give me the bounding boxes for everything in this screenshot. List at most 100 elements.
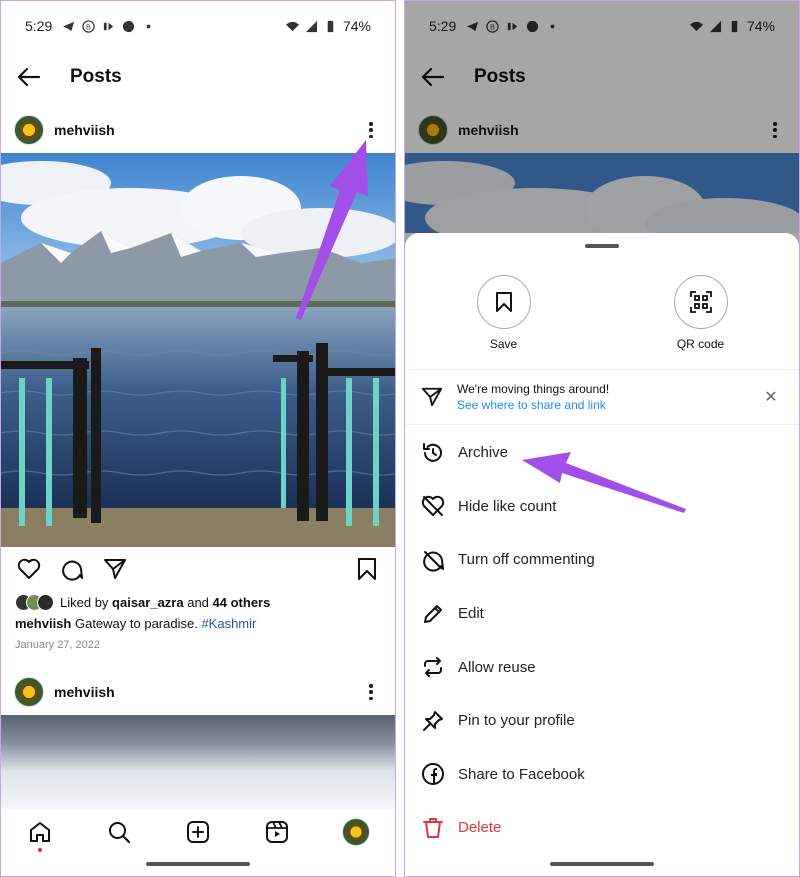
menu-label: Turn off commenting (458, 551, 595, 569)
menu-item-share-to-facebook[interactable]: Share to Facebook (405, 748, 799, 802)
nav-create[interactable] (183, 817, 213, 847)
sheet-handle[interactable] (585, 244, 619, 248)
notice-link[interactable]: See where to share and link (457, 397, 609, 413)
save-post-button[interactable] (354, 556, 380, 582)
home-indicator (550, 862, 654, 866)
wifi-icon (285, 21, 299, 31)
menu-item-turn-off-commenting[interactable]: Turn off commenting (405, 533, 799, 587)
bookmark-icon (358, 558, 376, 580)
save-circle[interactable] (476, 275, 531, 329)
plus-square-icon (186, 821, 209, 843)
profile-avatar (341, 818, 370, 846)
arrow-left-icon (17, 67, 41, 87)
back-button[interactable] (15, 63, 43, 91)
menu-label: Share to Facebook (458, 765, 585, 783)
search-icon (109, 822, 131, 844)
signal-icon (305, 20, 318, 32)
like-button[interactable] (16, 556, 42, 582)
avatar[interactable] (14, 115, 44, 145)
svg-text:B: B (86, 22, 91, 31)
whatsapp-icon (123, 20, 135, 32)
telegram-icon (63, 21, 75, 31)
bookmark-icon (495, 292, 512, 312)
battery-icon (327, 20, 334, 32)
menu-item-pin-to-profile[interactable]: Pin to your profile (405, 694, 799, 748)
post-actions (1, 549, 395, 589)
menu-label: Archive (458, 444, 509, 462)
battery-level: 74% (342, 18, 371, 34)
bottom-nav (1, 809, 395, 855)
caption-hashtag[interactable]: #Kashmir (201, 616, 256, 631)
menu-label: Pin to your profile (458, 712, 575, 730)
lake-mountain-image (1, 153, 395, 547)
menu-item-edit[interactable]: Edit (405, 587, 799, 641)
system-icons: 74% (285, 18, 371, 34)
share-button[interactable] (102, 556, 128, 582)
right-screen: 5:29 B 74% Posts mehviish Save QR code W… (404, 0, 800, 877)
save-action[interactable]: Save (459, 275, 549, 351)
post-header: mehviish (1, 108, 395, 152)
left-screen: 5:29 B 74% Posts mehviish Liked by qaisa… (0, 0, 396, 877)
menu-item-allow-reuse[interactable]: Allow reuse (405, 640, 799, 694)
comment-off-icon (420, 547, 446, 573)
comment-icon (62, 560, 83, 581)
heart-icon (17, 558, 41, 579)
comment-button[interactable] (59, 556, 85, 582)
home-indicator (146, 862, 250, 866)
save-label: Save (489, 337, 518, 351)
avatar[interactable] (14, 677, 44, 707)
menu-item-delete[interactable]: Delete (405, 801, 799, 855)
notification-icons: B (62, 19, 155, 33)
caption-text: Gateway to paradise. (71, 616, 202, 631)
menu-item-archive[interactable]: Archive (405, 426, 799, 480)
pin-icon (420, 708, 446, 734)
likes-user[interactable]: qaisar_azra (112, 595, 184, 610)
menu-label: Delete (458, 819, 502, 837)
likes-summary[interactable]: Liked by qaisar_azra and 44 others (15, 592, 385, 612)
status-time: 5:29 (25, 18, 53, 34)
caption-username[interactable]: mehviish (15, 616, 71, 631)
menu-label: Edit (458, 605, 484, 623)
post-username-2[interactable]: mehviish (54, 684, 115, 700)
notice-title: We're moving things around! (457, 382, 610, 396)
media-icon (104, 22, 114, 30)
more-options-button-2[interactable] (363, 682, 379, 702)
post-caption: mehviish Gateway to paradise. #Kashmir (15, 616, 385, 631)
post-header-2: mehviish (1, 670, 395, 714)
options-menu: Archive Hide like count Turn off comment… (405, 426, 799, 855)
pencil-icon (420, 601, 446, 627)
close-icon[interactable]: ✕ (763, 387, 779, 407)
notice-text: We're moving things around! See where to… (457, 381, 609, 413)
post-photo[interactable] (1, 153, 395, 547)
liker-avatars (15, 593, 54, 611)
likes-prefix: Liked by (60, 594, 113, 610)
facebook-icon (420, 761, 446, 787)
hide-like-icon (420, 493, 446, 519)
paper-plane-icon (104, 559, 126, 579)
qr-label: QR code (676, 337, 725, 351)
reuse-icon (420, 654, 446, 680)
home-icon (30, 822, 51, 842)
nav-home[interactable] (25, 817, 55, 852)
qr-code-action[interactable]: QR code (656, 275, 746, 351)
menu-item-hide-like-count[interactable]: Hide like count (405, 480, 799, 534)
likes-others[interactable]: 44 others (213, 595, 271, 610)
status-bar: 5:29 B 74% (1, 1, 395, 51)
nav-profile[interactable] (341, 817, 371, 847)
post-date: January 27, 2022 (15, 639, 101, 651)
qr-code-icon (689, 291, 712, 313)
dot-icon (146, 24, 151, 28)
moving-things-notice: We're moving things around! See where to… (405, 369, 799, 425)
post-username[interactable]: mehviish (54, 122, 115, 138)
b-icon: B (82, 19, 95, 33)
page-title: Posts (70, 66, 122, 87)
menu-label: Hide like count (458, 497, 557, 515)
nav-search[interactable] (104, 817, 134, 847)
archive-icon (420, 440, 446, 466)
nav-reels[interactable] (262, 817, 292, 847)
qr-circle[interactable] (673, 275, 728, 329)
more-options-button[interactable] (363, 120, 379, 140)
options-sheet: Save QR code We're moving things around!… (405, 233, 799, 876)
post-photo-2[interactable] (1, 715, 395, 809)
reels-icon (265, 821, 288, 843)
